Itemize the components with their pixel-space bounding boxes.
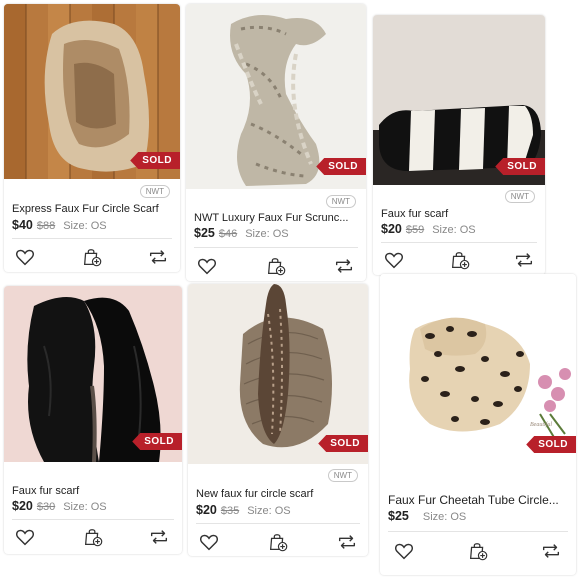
sold-badge: SOLD [130,152,180,169]
shopping-bag-plus-icon[interactable] [267,531,289,553]
shopping-bag-plus-icon[interactable] [82,526,104,548]
photo-watermark: Beautiful [530,421,552,428]
listing-title[interactable]: Faux fur scarf [381,208,539,220]
listing-card[interactable]: SOLD NWT Express Faux Fur Circle Scarf $… [4,4,180,272]
listing-price: $25 [194,226,215,240]
sold-badge: SOLD [316,158,366,175]
shopping-bag-plus-icon[interactable] [81,246,103,268]
heart-icon[interactable] [383,249,405,271]
listing-price: $20 [381,222,402,236]
listing-actions [373,249,545,275]
listing-card[interactable]: SOLD NWT Faux fur scarf $20 $59 Size: OS [373,15,545,275]
share-arrows-icon[interactable] [513,249,535,271]
listing-photo[interactable]: Beautiful [380,274,576,464]
heart-icon[interactable] [14,526,36,548]
price-row: $25 Size: OS [388,509,466,523]
heart-icon[interactable] [393,540,415,562]
listing-title[interactable]: NWT Luxury Faux Fur Scrunc... [194,212,360,224]
shopping-bag-plus-icon[interactable] [449,249,471,271]
original-price: $59 [405,224,425,236]
listing-size: Size: OS [432,224,476,236]
shopping-bag-plus-icon[interactable] [467,540,489,562]
price-row: $20 $30 Size: OS [12,499,107,513]
original-price: $88 [36,220,56,232]
listing-title[interactable]: Faux fur scarf [12,485,176,497]
price-row: $20 $59 Size: OS [381,222,476,236]
listing-actions [4,246,180,272]
share-arrows-icon[interactable] [333,255,355,277]
sold-badge: SOLD [132,433,182,450]
nwt-badge: NWT [327,469,358,482]
listing-size: Size: OS [63,501,107,513]
listing-size: Size: OS [422,511,467,523]
divider [388,531,568,532]
share-arrows-icon[interactable] [147,246,169,268]
listing-grid: SOLD NWT Express Faux Fur Circle Scarf $… [0,0,580,580]
listing-card[interactable]: SOLD NWT NWT Luxury Faux Fur Scrunc... $… [186,4,366,281]
price-row: $25 $46 Size: OS [194,226,289,240]
share-arrows-icon[interactable] [540,540,562,562]
share-arrows-icon[interactable] [336,531,358,553]
divider [12,519,174,520]
heart-icon[interactable] [196,255,218,277]
heart-icon[interactable] [198,531,220,553]
listing-title[interactable]: Faux Fur Cheetah Tube Circle... [388,493,570,507]
share-arrows-icon[interactable] [148,526,170,548]
sold-badge: SOLD [318,435,368,452]
listing-price: $20 [196,503,217,517]
listing-title[interactable]: Express Faux Fur Circle Scarf [12,203,174,215]
listing-size: Size: OS [245,228,289,240]
original-price: $35 [220,505,240,517]
listing-actions [186,255,366,281]
listing-size: Size: OS [247,505,291,517]
listing-card[interactable]: SOLD NWT New faux fur circle scarf $20 $3… [188,284,368,556]
divider [381,242,537,243]
sold-badge: SOLD [526,436,576,453]
listing-card[interactable]: Beautiful SOLD Faux Fur Cheetah Tube Cir… [380,274,576,575]
listing-actions [4,526,182,552]
heart-icon[interactable] [14,246,36,268]
divider [12,238,172,239]
sold-badge: SOLD [495,158,545,175]
nwt-badge: NWT [139,185,170,198]
shopping-bag-plus-icon[interactable] [265,255,287,277]
price-row: $40 $88 Size: OS [12,218,107,232]
nwt-badge: NWT [504,190,535,203]
listing-price: $20 [12,499,33,513]
listing-actions [188,531,368,556]
divider [196,523,360,524]
divider [194,247,358,248]
original-price: $46 [218,228,238,240]
listing-price: $25 [388,509,409,523]
listing-actions [380,540,576,566]
listing-price: $40 [12,218,33,232]
listing-size: Size: OS [63,220,107,232]
nwt-badge: NWT [325,195,356,208]
listing-title[interactable]: New faux fur circle scarf [196,488,362,500]
price-row: $20 $35 Size: OS [196,503,291,517]
original-price: $30 [36,501,56,513]
listing-card[interactable]: SOLD Faux fur scarf $20 $30 Size: OS [4,286,182,554]
